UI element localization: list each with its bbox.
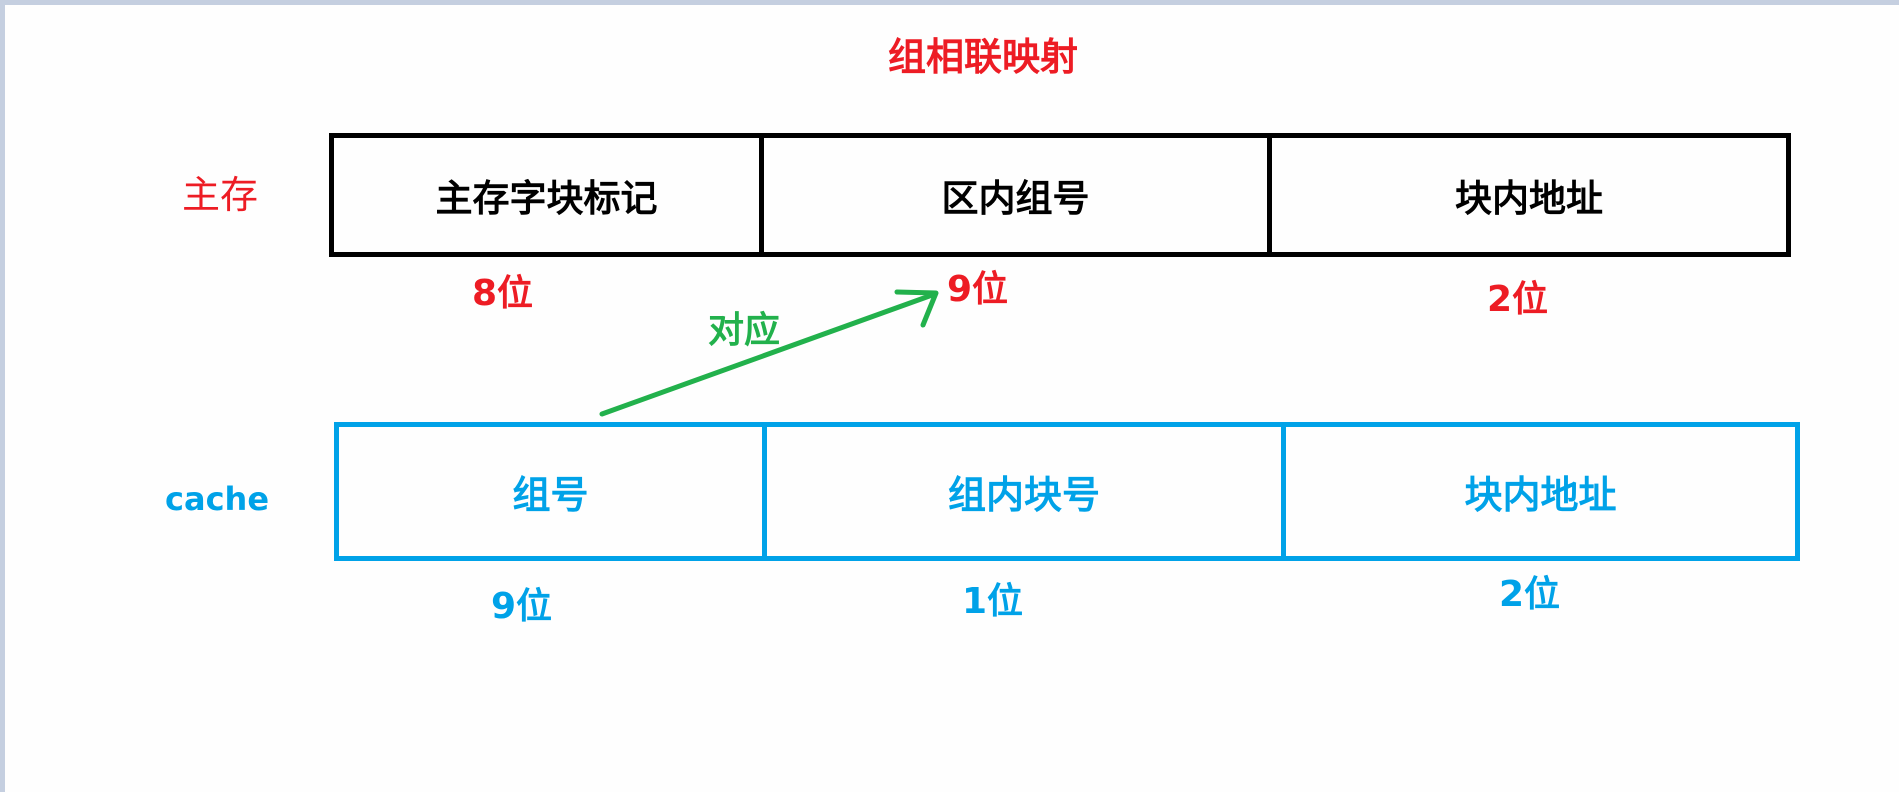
- main-memory-address-format: 主存字块标记 区内组号 块内地址: [329, 133, 1791, 257]
- cache-label: cache: [165, 480, 270, 518]
- cache-field-block-in-group: 组内块号: [762, 427, 1281, 556]
- main-field-bits: 2位: [1487, 279, 1549, 320]
- cache-field-label: 组内块号: [947, 473, 1100, 517]
- cache-field-label: 块内地址: [1464, 473, 1617, 517]
- cache-field-block-offset: 块内地址: [1281, 427, 1795, 556]
- cache-field-bits: 1位: [962, 581, 1024, 622]
- diagram-canvas: [5, 5, 1899, 792]
- cache-address-format: 组号 组内块号 块内地址: [334, 422, 1800, 561]
- cache-field-bits: 9位: [491, 586, 553, 627]
- main-field-label: 块内地址: [1455, 177, 1603, 220]
- cache-field-group-number: 组号: [339, 427, 762, 556]
- main-field-bits: 8位: [472, 273, 534, 314]
- cache-field-label: 组号: [512, 473, 589, 517]
- main-field-block-tag: 主存字块标记: [334, 138, 759, 252]
- main-field-label: 区内组号: [941, 177, 1090, 220]
- main-field-label: 主存字块标记: [435, 177, 658, 220]
- main-field-group-number: 区内组号: [759, 138, 1267, 252]
- main-memory-label: 主存: [182, 173, 259, 217]
- main-field-bits: 9位: [947, 269, 1009, 310]
- main-field-block-offset: 块内地址: [1267, 138, 1786, 252]
- diagram-title: 组相联映射: [888, 35, 1079, 79]
- cache-field-bits: 2位: [1499, 574, 1561, 615]
- correspondence-label: 对应: [708, 310, 781, 351]
